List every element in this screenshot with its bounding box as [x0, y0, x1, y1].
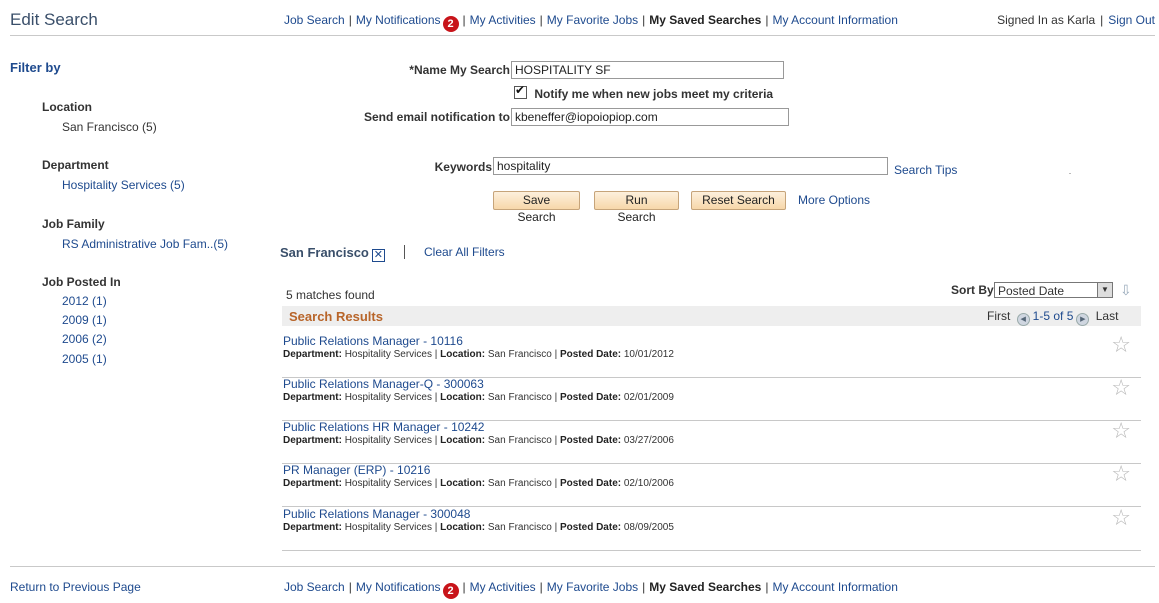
filter-heading-job-posted-in: Job Posted In [42, 275, 121, 289]
previous-page-icon[interactable]: ◀ [1016, 313, 1030, 326]
pager-last[interactable]: Last [1096, 309, 1119, 323]
active-filter-chip: San Francisco ✕ [280, 245, 385, 262]
favorite-star-icon[interactable]: ☆ [1111, 461, 1131, 487]
sort-direction-arrow-icon[interactable]: ⇩ [1120, 282, 1132, 299]
nav-my-saved-searches[interactable]: My Saved Searches [649, 13, 761, 27]
favorite-star-icon[interactable]: ☆ [1111, 375, 1131, 401]
filter-item-san-francisco: San Francisco (5) [62, 120, 157, 134]
results-pager: First ◀ 1-5 of 5 ▶ Last [987, 309, 1118, 326]
nav-my-account-information[interactable]: My Account Information [772, 13, 897, 27]
result-title-link[interactable]: Public Relations Manager - 300048 [283, 507, 470, 521]
result-row: Public Relations Manager - 300048 Depart… [282, 505, 1141, 551]
keywords-label: Keywords [434, 160, 492, 174]
favorite-star-icon[interactable]: ☆ [1111, 332, 1131, 358]
signed-in-area: Signed In as Karla | Sign Out [997, 13, 1155, 27]
nav-my-account-information[interactable]: My Account Information [772, 580, 897, 594]
nav-my-notifications[interactable]: My Notifications [356, 13, 441, 27]
email-notification-input[interactable] [511, 108, 789, 126]
result-meta: Department: Hospitality Services | Locat… [283, 522, 674, 533]
keywords-input[interactable] [493, 157, 888, 175]
more-options-link[interactable]: More Options [798, 193, 870, 207]
nav-my-favorite-jobs[interactable]: My Favorite Jobs [547, 13, 638, 27]
email-notification-label: Send email notification to [363, 110, 510, 124]
name-search-label: *Name My Search [409, 63, 510, 77]
next-page-icon[interactable]: ▶ [1076, 313, 1090, 326]
favorite-star-icon[interactable]: ☆ [1111, 418, 1131, 444]
favorite-star-icon[interactable]: ☆ [1111, 505, 1131, 531]
nav-my-activities[interactable]: My Activities [470, 13, 536, 27]
result-meta: Department: Hospitality Services | Locat… [283, 435, 674, 446]
pager-range: 1-5 of 5 [1032, 309, 1074, 323]
header-divider [10, 35, 1155, 36]
sort-by-select[interactable]: Posted Date ▼ [994, 282, 1113, 298]
return-to-previous-page-link[interactable]: Return to Previous Page [10, 580, 141, 594]
filter-item-2005[interactable]: 2005 (1) [62, 352, 107, 366]
top-nav: Job Search | My Notifications 2 | My Activiti… [284, 13, 898, 32]
result-meta: Department: Hospitality Services | Locat… [283, 392, 674, 403]
match-count: 5 matches found [286, 288, 375, 302]
notify-label: Notify me when new jobs meet my criteria [534, 87, 774, 101]
filter-item-rs-administrative[interactable]: RS Administrative Job Fam..(5) [62, 237, 228, 251]
search-results-title: Search Results [289, 309, 383, 324]
search-name-input[interactable] [511, 61, 784, 79]
notification-count-badge[interactable]: 2 [442, 583, 459, 599]
bottom-nav: Job Search | My Notifications 2 | My Activiti… [284, 580, 898, 599]
result-title-link[interactable]: Public Relations Manager - 10116 [283, 334, 463, 348]
sign-out-link[interactable]: Sign Out [1108, 13, 1155, 27]
reset-search-button[interactable]: Reset Search [691, 191, 786, 210]
filter-by-title: Filter by [10, 60, 61, 75]
search-tips-link[interactable]: Search Tips [894, 163, 957, 177]
filter-item-hospitality-services[interactable]: Hospitality Services (5) [62, 178, 185, 192]
sort-by-value: Posted Date [998, 284, 1065, 298]
decorative-dot [1069, 173, 1071, 174]
notify-row: Notify me when new jobs meet my criteria [514, 83, 774, 101]
nav-job-search[interactable]: Job Search [284, 580, 345, 594]
sort-by-label: Sort By [951, 283, 994, 297]
nav-my-activities[interactable]: My Activities [470, 580, 536, 594]
filter-item-2009[interactable]: 2009 (1) [62, 313, 107, 327]
chevron-down-icon[interactable]: ▼ [1097, 283, 1112, 297]
filter-heading-location: Location [42, 100, 92, 114]
pager-first[interactable]: First [987, 309, 1010, 323]
filter-item-2012[interactable]: 2012 (1) [62, 294, 107, 308]
filter-heading-department: Department [42, 158, 109, 172]
result-title-link[interactable]: PR Manager (ERP) - 10216 [283, 463, 430, 477]
nav-my-saved-searches[interactable]: My Saved Searches [649, 580, 761, 594]
page-title: Edit Search [10, 10, 98, 29]
footer-divider [10, 566, 1155, 567]
remove-filter-icon[interactable]: ✕ [371, 249, 385, 262]
result-row: Public Relations HR Manager - 10242 Depa… [282, 418, 1141, 464]
filter-item-2006[interactable]: 2006 (2) [62, 332, 107, 346]
result-meta: Department: Hospitality Services | Locat… [283, 349, 674, 360]
nav-my-favorite-jobs[interactable]: My Favorite Jobs [547, 580, 638, 594]
result-title-link[interactable]: Public Relations Manager-Q - 300063 [283, 377, 484, 391]
nav-my-notifications[interactable]: My Notifications [356, 580, 441, 594]
clear-all-filters-link[interactable]: Clear All Filters [424, 245, 505, 259]
result-row: PR Manager (ERP) - 10216 Department: Hos… [282, 461, 1141, 507]
filter-separator [404, 245, 405, 259]
active-filter-label: San Francisco [280, 245, 369, 260]
result-title-link[interactable]: Public Relations HR Manager - 10242 [283, 420, 484, 434]
notification-count-badge[interactable]: 2 [442, 16, 459, 32]
result-row: Public Relations Manager-Q - 300063 Depa… [282, 375, 1141, 421]
result-meta: Department: Hospitality Services | Locat… [283, 478, 674, 489]
run-search-button[interactable]: Run Search [594, 191, 679, 224]
save-search-button[interactable]: Save Search [493, 191, 580, 224]
notify-checkbox[interactable] [514, 83, 527, 99]
nav-job-search[interactable]: Job Search [284, 13, 345, 27]
signed-in-text: Signed In as Karla [997, 13, 1096, 27]
filter-heading-job-family: Job Family [42, 217, 105, 231]
result-row: Public Relations Manager - 10116 Departm… [282, 332, 1141, 378]
